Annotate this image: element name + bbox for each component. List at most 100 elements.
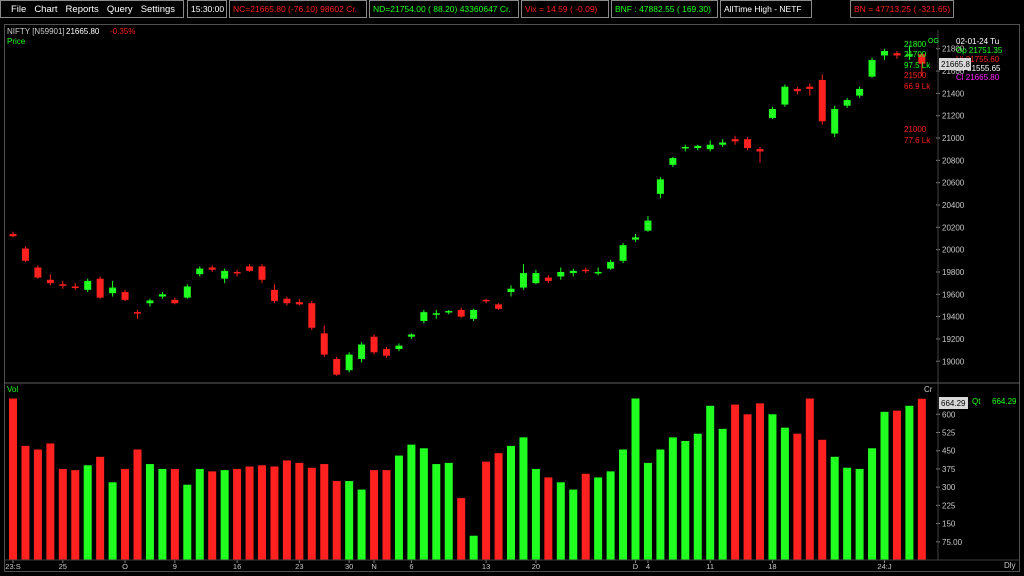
last-price-label: 21665.80 [66,27,100,36]
candle-body [196,268,204,275]
candle-body [856,88,864,96]
candle-body [557,271,565,277]
candle-body [370,336,378,353]
info-open: Op 21751.35 [956,46,1003,55]
candle-body [744,139,752,149]
volume-bar [731,404,740,560]
og-tag: OG [928,38,939,45]
volume-bar [270,466,279,560]
volume-bar [619,449,628,560]
price-tick-label: 19800 [942,268,965,277]
level-volume-77: 77.6 Lk [904,136,931,145]
volume-bar [195,468,204,560]
time-tick-label: 25 [59,562,67,571]
price-label: Price [7,37,26,46]
volume-bar [606,471,615,560]
volume-bar [332,481,341,560]
level-21500: 21500 [904,71,927,80]
volume-bar [556,482,565,560]
change-label: -0.35% [110,27,135,36]
candle-body [831,109,839,134]
candle-body [881,50,888,56]
level-21000: 21000 [904,125,927,134]
candle-body [183,286,191,298]
volume-bar [868,448,877,560]
volume-bar [668,437,677,560]
volume-bar [220,470,229,560]
volume-bar [544,477,553,560]
candle-body [46,279,54,284]
candle-body [146,300,154,304]
candle-body [582,269,590,272]
time-tick-label: O [122,562,128,571]
candle-body [71,286,79,288]
qt-label: Qt [972,397,981,406]
candle-body [445,311,453,313]
volume-bar [743,414,752,560]
volume-bar [295,462,304,560]
chart-canvas[interactable]: 19000 19200 19400 19600 19800 20000 20200 20400… [0,0,1024,576]
candle-body [432,313,440,315]
volume-bar [108,482,117,560]
time-tick-label: 6 [409,562,413,571]
volume-bar [444,462,453,560]
candle-body [532,273,540,284]
candle-body [694,145,702,149]
candle-body [719,142,727,145]
candle-body [656,179,664,194]
price-tick-label: 19200 [942,335,965,344]
candle-body [793,88,801,92]
volume-tick-label: 225 [942,501,956,510]
candle-body [619,245,627,261]
price-tick-label: 20000 [942,246,965,255]
candle-body [9,234,17,237]
price-tick-label: 21000 [942,134,965,143]
info-date: 02-01-24 Tu [956,37,999,46]
volume-bar [843,467,852,560]
volume-bar [158,468,167,560]
volume-bar [706,405,715,560]
candle-body [121,292,129,300]
candle-body [632,237,639,240]
volume-bar [33,449,42,560]
daily-label: Dly [1004,561,1016,570]
volume-bar [780,427,789,560]
level-21800: 21800 [904,40,927,49]
last-price-tag: 21665.8 [941,60,970,69]
volume-tick-label: 450 [942,447,956,456]
candle-body [843,100,851,106]
candle-body [308,303,316,328]
volume-bar [121,468,130,560]
price-tick-label: 19000 [942,357,965,366]
volume-bar [830,456,839,560]
candle-body [171,299,179,304]
time-tick-label: 24:J [877,562,891,571]
price-tick-label: 21200 [942,112,965,121]
volume-bar [681,441,690,560]
candle-body [669,158,677,165]
volume-tick-label: 150 [942,520,956,529]
candle-body [470,309,478,319]
candle-body [320,333,328,355]
candle-body [731,139,739,142]
price-tick-label: 19600 [942,290,965,299]
price-tick-label: 20400 [942,201,965,210]
volume-tick-label: 75.00 [942,538,963,547]
candle-body [495,304,503,309]
volume-bar [9,398,17,560]
price-tick-label: 21400 [942,89,965,98]
candle-body [358,344,366,360]
candle-body [706,144,714,150]
time-tick-label: 16 [233,562,241,571]
volume-bar [345,481,354,560]
candle-body [258,266,266,280]
volume-bar [208,471,217,560]
candle-body [270,289,278,301]
volume-bar [370,470,379,560]
volume-bar [282,460,291,560]
candle-body [158,294,166,297]
candle-body [383,348,390,356]
candle-body [893,53,901,56]
volume-bar [793,433,802,560]
volume-bar [407,444,416,560]
